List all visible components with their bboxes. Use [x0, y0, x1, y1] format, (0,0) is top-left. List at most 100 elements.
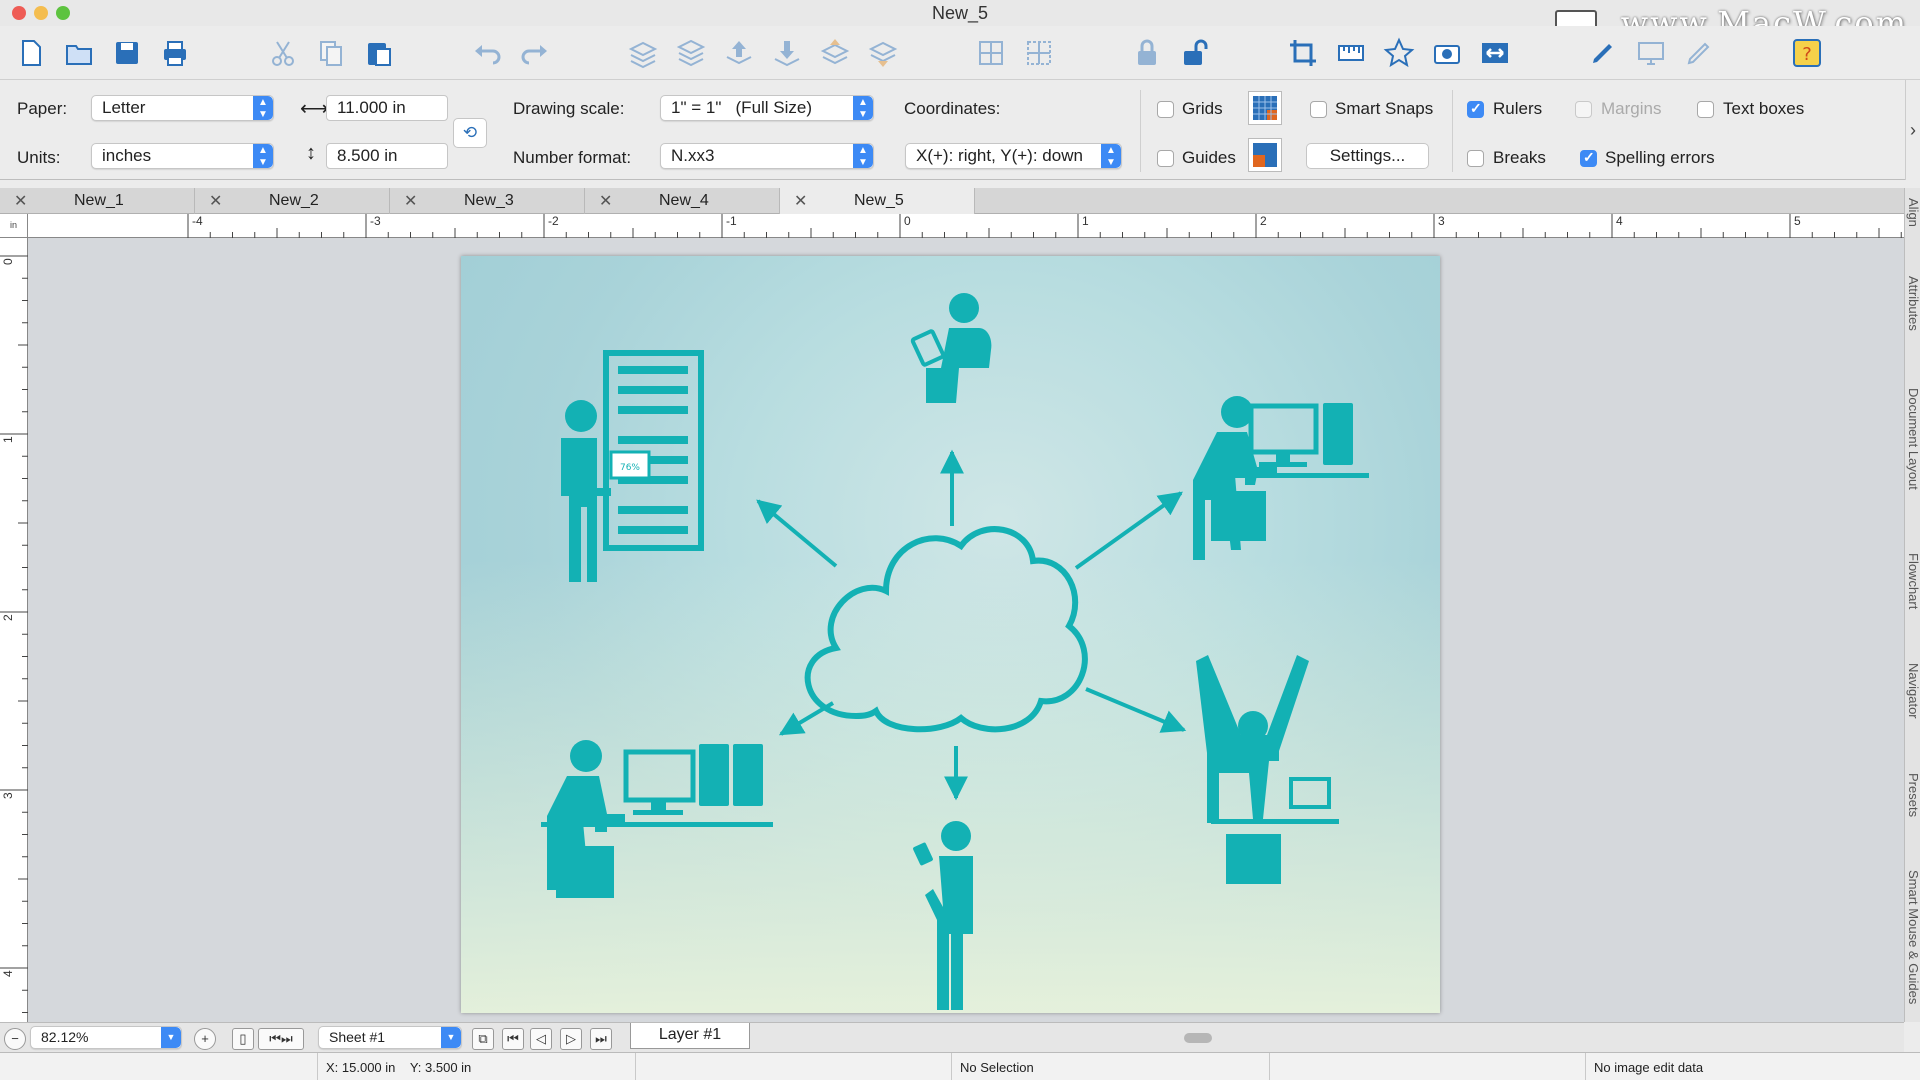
tab-new-5[interactable]: ✕ New_5 — [780, 188, 975, 214]
drawing-scale-select[interactable]: 1" = 1" (Full Size) ▲ ▼ — [660, 95, 874, 121]
close-tab-icon[interactable]: ✕ — [599, 191, 612, 211]
grid-color-icon[interactable] — [1248, 91, 1282, 125]
pen-icon[interactable] — [1586, 36, 1620, 70]
ruler-label: -1 — [726, 214, 737, 228]
zoom-select[interactable]: 82.12% ▼ — [30, 1026, 182, 1049]
ungroup-icon[interactable] — [1022, 36, 1056, 70]
bring-to-front-icon[interactable] — [818, 36, 852, 70]
select-arrows-icon: ▲ ▼ — [1101, 144, 1121, 168]
rotate-orientation-icon[interactable]: ⟲ — [453, 118, 487, 148]
units-label: Units: — [17, 148, 61, 167]
spelling-errors-label: Spelling errors — [1605, 148, 1715, 167]
dock-tab-attributes[interactable]: Attributes — [1906, 276, 1920, 331]
previous-layer-icon[interactable]: ◁ — [530, 1028, 552, 1050]
tab-new-4[interactable]: ✕ New_4 — [585, 188, 780, 214]
guides-color-icon[interactable] — [1248, 138, 1282, 172]
send-backward-icon[interactable] — [770, 36, 804, 70]
send-to-back-icon[interactable] — [866, 36, 900, 70]
undo-icon[interactable] — [470, 36, 504, 70]
star-shape-icon[interactable] — [1382, 36, 1416, 70]
first-sheet-icon[interactable]: ⏮⏭ — [258, 1028, 304, 1050]
zoom-out-icon[interactable]: − — [4, 1028, 26, 1050]
unlock-icon[interactable] — [1178, 36, 1212, 70]
open-document-icon[interactable] — [62, 36, 96, 70]
units-value: inches — [102, 146, 152, 165]
smart-snaps-checkbox[interactable] — [1310, 101, 1327, 118]
layers-stack-icon[interactable] — [674, 36, 708, 70]
layers-icon[interactable] — [626, 36, 660, 70]
number-format-select[interactable]: N.xx3 ▲ ▼ — [660, 143, 874, 169]
first-layer-icon[interactable]: ⏮ — [502, 1028, 524, 1050]
expand-panel-chevron-icon[interactable]: › — [1905, 80, 1920, 180]
text-boxes-checkbox[interactable] — [1697, 101, 1714, 118]
drawing-scale-value: 1" = 1" (Full Size) — [671, 98, 813, 117]
minimize-window-button[interactable] — [34, 6, 48, 20]
group-icon[interactable] — [974, 36, 1008, 70]
monitor-icon[interactable] — [1634, 36, 1668, 70]
camera-icon[interactable] — [1430, 36, 1464, 70]
divider — [1140, 90, 1141, 172]
tab-new-3[interactable]: ✕ New_3 — [390, 188, 585, 214]
next-layer-icon[interactable]: ▷ — [560, 1028, 582, 1050]
paper-select[interactable]: Letter ▲ ▼ — [91, 95, 274, 121]
guides-checkbox[interactable] — [1157, 150, 1174, 167]
svg-text:?: ? — [1802, 44, 1812, 65]
vertical-ruler[interactable]: 0 1 2 3 4 — [0, 238, 28, 1022]
zoom-in-icon[interactable]: + — [194, 1028, 216, 1050]
tab-new-1[interactable]: ✕ New_1 — [0, 188, 195, 214]
settings-button[interactable]: Settings... — [1306, 143, 1429, 169]
close-tab-icon[interactable]: ✕ — [209, 191, 222, 211]
coordinates-label: Coordinates: — [904, 99, 1001, 118]
spelling-errors-checkbox[interactable] — [1580, 149, 1597, 167]
dock-tab-align[interactable]: Align — [1906, 198, 1920, 227]
status-spacer — [636, 1053, 952, 1080]
horizontal-scrollbar-thumb[interactable] — [1184, 1033, 1212, 1043]
breaks-checkbox[interactable] — [1467, 150, 1484, 167]
last-layer-icon[interactable]: ⏭ — [590, 1028, 612, 1050]
dock-tab-flowchart[interactable]: Flowchart — [1906, 553, 1920, 609]
units-select[interactable]: inches ▲ ▼ — [91, 143, 274, 169]
coordinates-select[interactable]: X(+): right, Y(+): down ▲ ▼ — [905, 143, 1122, 169]
select-arrows-icon: ▲ ▼ — [853, 96, 873, 120]
horizontal-ruler[interactable]: -4 -3 -2 -1 0 1 2 3 4 5 — [28, 214, 1904, 238]
ruler-icon[interactable] — [1334, 36, 1368, 70]
margins-checkbox[interactable] — [1575, 101, 1592, 118]
close-tab-icon[interactable]: ✕ — [14, 191, 27, 211]
tab-new-2[interactable]: ✕ New_2 — [195, 188, 390, 214]
paper-width-input[interactable]: 11.000 in — [326, 95, 448, 121]
paper-height-input[interactable]: 8.500 in — [326, 143, 448, 169]
help-icon[interactable]: ? — [1790, 36, 1824, 70]
close-tab-icon[interactable]: ✕ — [794, 191, 807, 211]
rulers-checkbox[interactable] — [1467, 100, 1484, 118]
paste-icon[interactable] — [362, 36, 396, 70]
sheet-select[interactable]: Sheet #1 ▼ — [318, 1026, 462, 1049]
tab-label: New_2 — [269, 192, 319, 209]
copy-icon[interactable] — [314, 36, 348, 70]
drawing-page[interactable]: 76% — [461, 256, 1440, 1013]
pencil-icon[interactable] — [1682, 36, 1716, 70]
dock-tab-smart-mouse-guides[interactable]: Smart Mouse & Guides — [1906, 870, 1920, 1004]
cut-icon[interactable] — [266, 36, 300, 70]
save-icon[interactable] — [110, 36, 144, 70]
grids-checkbox[interactable] — [1157, 101, 1174, 118]
chevron-down-icon: ▼ — [161, 1027, 181, 1048]
redo-icon[interactable] — [518, 36, 552, 70]
dock-tab-presets[interactable]: Presets — [1906, 773, 1920, 817]
bottom-bar: − 82.12% ▼ + ▯ ⏮⏭ Sheet #1 ▼ ⧉ ⏮ ◁ ▷ ⏭ Lay… — [0, 1022, 1904, 1052]
close-tab-icon[interactable]: ✕ — [404, 191, 417, 211]
zoom-window-button[interactable] — [56, 6, 70, 20]
new-document-icon[interactable] — [14, 36, 48, 70]
fit-width-icon[interactable] — [1478, 36, 1512, 70]
person-desktop-icon — [541, 740, 773, 898]
bring-forward-icon[interactable] — [722, 36, 756, 70]
crop-icon[interactable] — [1286, 36, 1320, 70]
print-icon[interactable] — [158, 36, 192, 70]
layer-tab[interactable]: Layer #1 — [630, 1023, 750, 1049]
dock-tab-document-layout[interactable]: Document Layout — [1906, 388, 1920, 490]
drawing-canvas[interactable]: 76% — [28, 238, 1904, 1022]
page-icon[interactable]: ▯ — [232, 1028, 254, 1050]
duplicate-layer-icon[interactable]: ⧉ — [472, 1028, 494, 1050]
dock-tab-navigator[interactable]: Navigator — [1906, 663, 1920, 719]
close-window-button[interactable] — [12, 6, 26, 20]
lock-icon[interactable] — [1130, 36, 1164, 70]
